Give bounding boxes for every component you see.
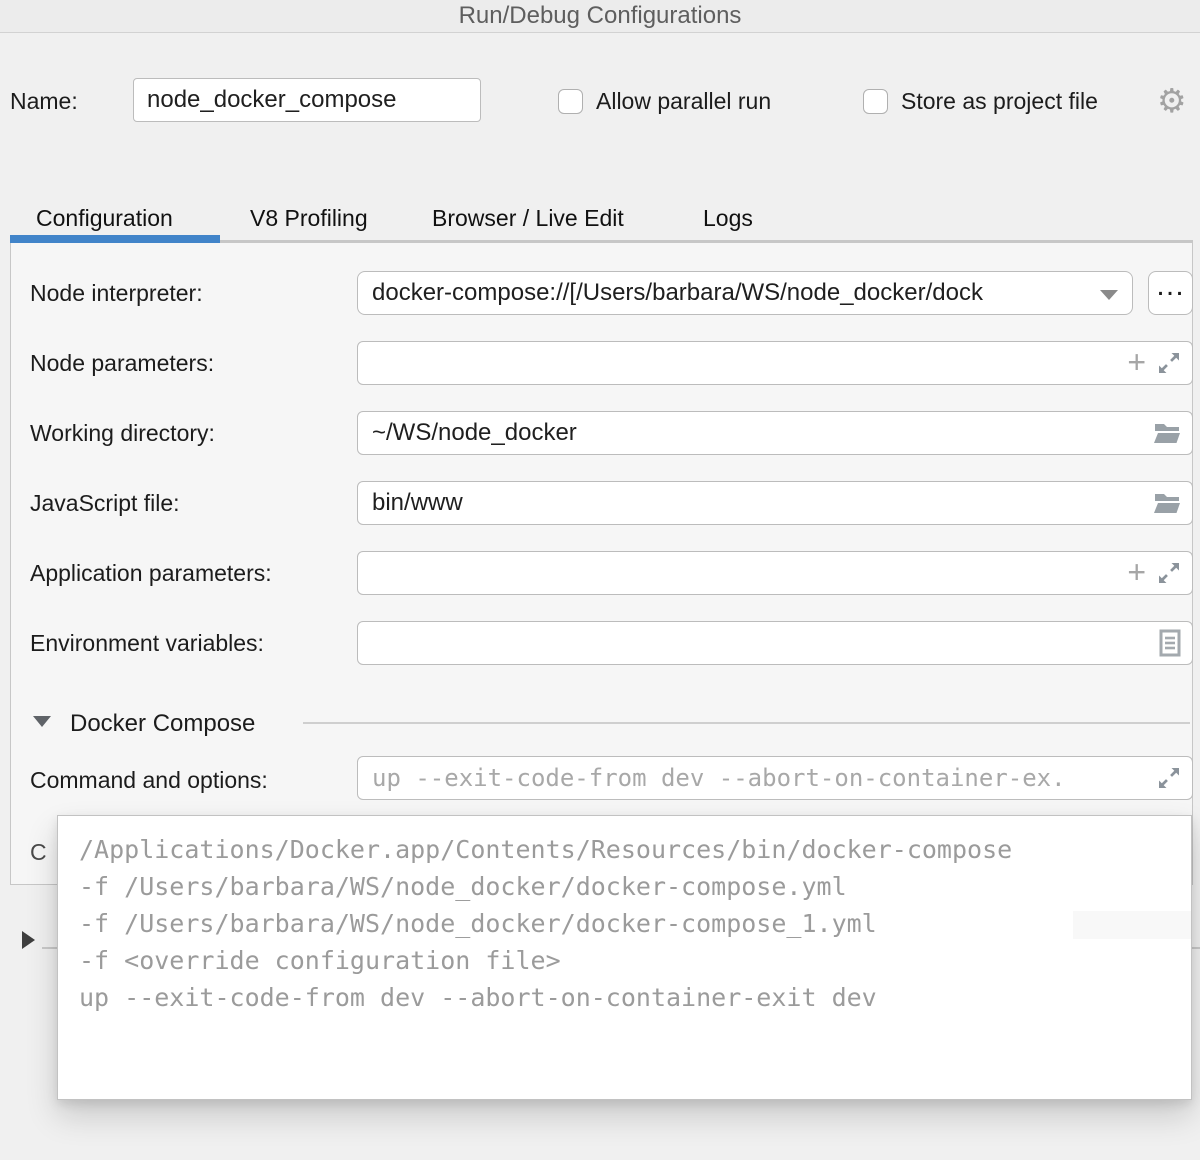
active-tab-indicator bbox=[10, 235, 220, 243]
allow-parallel-run-checkbox[interactable] bbox=[558, 89, 583, 114]
working-directory-value: ~/WS/node_docker bbox=[372, 419, 577, 447]
name-input[interactable]: node_docker_compose bbox=[133, 78, 481, 122]
popup-line: -f <override configuration file> bbox=[79, 942, 1191, 979]
node-parameters-label: Node parameters: bbox=[30, 350, 214, 377]
popup-line: -f /Users/barbara/WS/node_docker/docker-… bbox=[79, 905, 1191, 942]
tab-browser-live-edit[interactable]: Browser / Live Edit bbox=[432, 205, 624, 232]
command-and-options-value: up --exit-code-from dev --abort-on-conta… bbox=[372, 764, 1066, 792]
node-interpreter-browse-button[interactable]: … bbox=[1148, 271, 1193, 315]
javascript-file-input[interactable]: bin/www bbox=[357, 481, 1193, 525]
store-as-project-file-option[interactable]: Store as project file bbox=[863, 88, 1098, 115]
command-preview-popup: /Applications/Docker.app/Contents/Resour… bbox=[57, 815, 1192, 1100]
command-and-options-label: Command and options: bbox=[30, 767, 268, 794]
javascript-file-label: JavaScript file: bbox=[30, 490, 180, 517]
dialog-title-bar: Run/Debug Configurations bbox=[0, 0, 1200, 33]
popup-line: /Applications/Docker.app/Contents/Resour… bbox=[79, 831, 1191, 868]
expand-field-icon[interactable] bbox=[1156, 765, 1182, 791]
dialog-title: Run/Debug Configurations bbox=[459, 2, 742, 30]
name-label: Name: bbox=[10, 88, 78, 115]
store-as-project-file-checkbox[interactable] bbox=[863, 89, 888, 114]
tab-logs[interactable]: Logs bbox=[703, 205, 753, 232]
add-macro-icon[interactable]: + bbox=[1127, 556, 1146, 588]
name-input-value: node_docker_compose bbox=[147, 86, 397, 114]
gear-icon[interactable]: ⚙ bbox=[1157, 84, 1200, 117]
javascript-file-value: bin/www bbox=[372, 489, 463, 517]
popup-overlap-shade bbox=[1073, 911, 1191, 939]
browse-button-label: … bbox=[1155, 269, 1186, 303]
tab-v8-profiling[interactable]: V8 Profiling bbox=[250, 205, 368, 232]
add-macro-icon[interactable]: + bbox=[1127, 346, 1146, 378]
tab-configuration[interactable]: Configuration bbox=[36, 205, 173, 232]
node-interpreter-select[interactable]: docker-compose://[/Users/barbara/WS/node… bbox=[357, 271, 1133, 315]
allow-parallel-run-label: Allow parallel run bbox=[596, 88, 771, 115]
allow-parallel-run-option[interactable]: Allow parallel run bbox=[558, 88, 771, 115]
docker-compose-section-title: Docker Compose bbox=[70, 710, 255, 738]
popup-line: up --exit-code-from dev --abort-on-conta… bbox=[79, 979, 1191, 1016]
node-interpreter-value: docker-compose://[/Users/barbara/WS/node… bbox=[372, 279, 983, 307]
command-and-options-input[interactable]: up --exit-code-from dev --abort-on-conta… bbox=[357, 756, 1193, 800]
environment-variables-label: Environment variables: bbox=[30, 630, 264, 657]
docker-compose-collapse-icon[interactable] bbox=[33, 716, 51, 727]
covered-row-label-fragment: C bbox=[30, 839, 47, 866]
working-directory-input[interactable]: ~/WS/node_docker bbox=[357, 411, 1193, 455]
browse-variables-icon[interactable] bbox=[1158, 628, 1182, 658]
folder-icon[interactable] bbox=[1152, 490, 1182, 516]
working-directory-label: Working directory: bbox=[30, 420, 215, 447]
chevron-down-icon bbox=[1100, 290, 1118, 300]
expand-field-icon[interactable] bbox=[1156, 560, 1182, 586]
application-parameters-label: Application parameters: bbox=[30, 560, 272, 587]
application-parameters-input[interactable]: + bbox=[357, 551, 1193, 595]
popup-line: -f /Users/barbara/WS/node_docker/docker-… bbox=[79, 868, 1191, 905]
node-parameters-input[interactable]: + bbox=[357, 341, 1193, 385]
environment-variables-input[interactable] bbox=[357, 621, 1193, 665]
section-divider bbox=[303, 722, 1190, 724]
folder-icon[interactable] bbox=[1152, 420, 1182, 446]
expand-field-icon[interactable] bbox=[1156, 350, 1182, 376]
collapsed-section-arrow-icon[interactable] bbox=[22, 931, 35, 949]
node-interpreter-label: Node interpreter: bbox=[30, 280, 203, 307]
store-as-project-file-label: Store as project file bbox=[901, 88, 1098, 115]
